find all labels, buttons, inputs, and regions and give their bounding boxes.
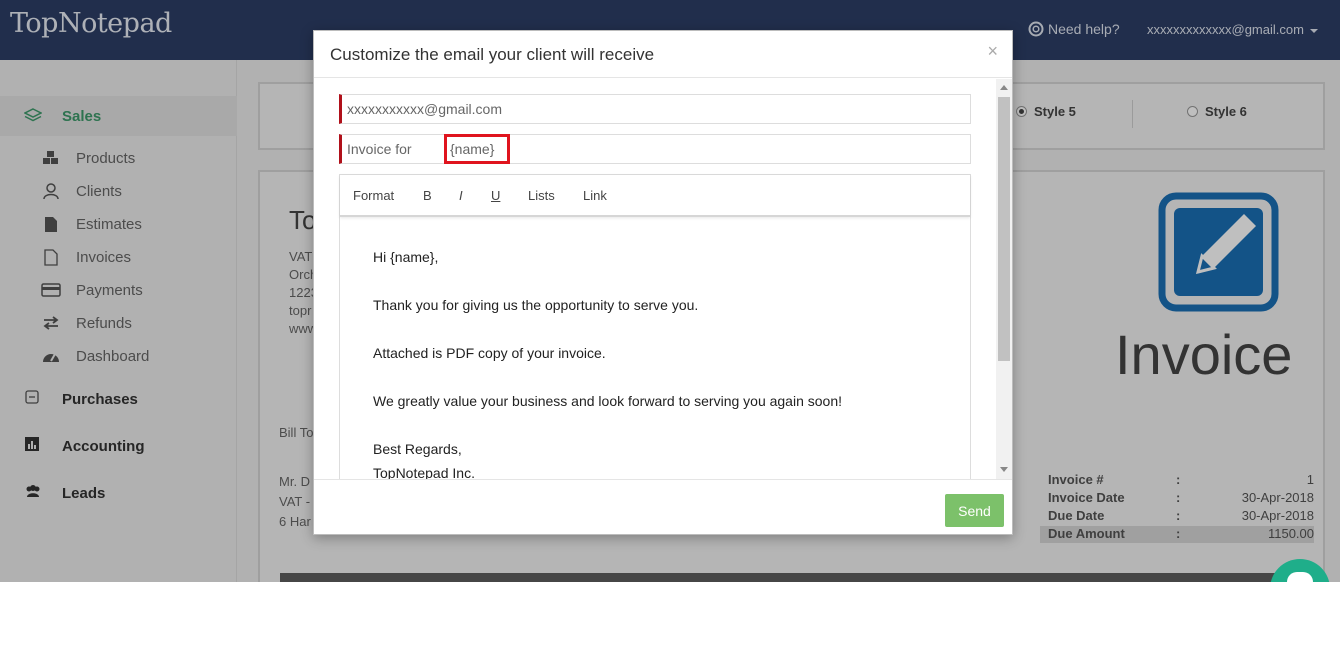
scrollbar-thumb[interactable] <box>998 97 1010 361</box>
modal-header: Customize the email your client will rec… <box>314 31 1012 78</box>
email-body-editor[interactable]: Format B I U Lists Link Hi {name}, Thank… <box>339 174 971 479</box>
app-root: TopNotepad Need help? xxxxxxxxxxxxx@gmai… <box>0 0 1340 582</box>
email-paragraph: Thank you for giving us the opportunity … <box>373 297 699 313</box>
underline-button[interactable]: U <box>491 188 500 203</box>
modal-title: Customize the email your client will rec… <box>330 45 655 64</box>
subject-name-placeholder: {name} <box>444 134 510 164</box>
scroll-up-arrow-icon[interactable] <box>1000 85 1008 90</box>
email-greeting: Hi {name}, <box>373 249 439 265</box>
editor-toolbar: Format B I U Lists Link <box>340 175 970 217</box>
modal-footer: Send <box>314 479 1012 534</box>
italic-button[interactable]: I <box>459 188 463 203</box>
email-customize-modal: Customize the email your client will rec… <box>313 30 1013 535</box>
close-icon[interactable]: × <box>987 41 998 62</box>
modal-scrollbar[interactable] <box>996 79 1012 479</box>
modal-body: xxxxxxxxxxx@gmail.com Invoice for {name}… <box>314 79 1012 479</box>
editor-content[interactable]: Hi {name}, Thank you for giving us the o… <box>373 245 842 479</box>
lists-button[interactable]: Lists <box>528 188 555 203</box>
email-to-field[interactable]: xxxxxxxxxxx@gmail.com <box>339 94 971 124</box>
subject-field[interactable]: Invoice for {name} <box>339 134 971 164</box>
email-paragraph: We greatly value your business and look … <box>373 393 843 409</box>
link-button[interactable]: Link <box>583 188 607 203</box>
scroll-down-arrow-icon[interactable] <box>1000 467 1008 472</box>
format-button[interactable]: Format <box>353 188 394 203</box>
email-to-value: xxxxxxxxxxx@gmail.com <box>347 101 503 117</box>
send-button[interactable]: Send <box>945 494 1004 527</box>
email-paragraph: Attached is PDF copy of your invoice. <box>373 345 606 361</box>
email-signature: TopNotepad Inc. <box>373 465 475 479</box>
email-closing: Best Regards, <box>373 441 462 457</box>
bold-button[interactable]: B <box>423 188 432 203</box>
subject-prefix: Invoice for <box>347 141 412 157</box>
